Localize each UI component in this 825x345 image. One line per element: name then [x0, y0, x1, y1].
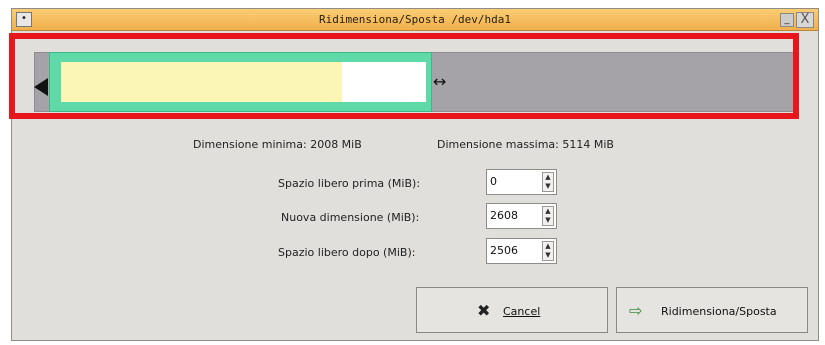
free-before-spinbox[interactable]: 0 ▲ ▼ [486, 169, 557, 195]
maximum-size-label: Dimensione massima: 5114 MiB [437, 138, 614, 151]
close-button[interactable]: X [796, 12, 814, 28]
minimize-button[interactable]: _ [780, 13, 794, 27]
free-before-stepper[interactable]: ▲ ▼ [542, 172, 554, 192]
new-size-spinbox[interactable]: 2608 ▲ ▼ [486, 203, 557, 229]
free-before-label: Spazio libero prima (MiB): [278, 177, 421, 190]
free-after-label: Spazio libero dopo (MiB): [278, 246, 416, 259]
resize-move-icon: ⇨ [629, 301, 643, 320]
title-bar[interactable]: • Ridimensiona/Sposta /dev/hda1 _ X [12, 9, 818, 31]
highlight-frame [9, 33, 799, 119]
decrement-icon[interactable]: ▼ [543, 182, 553, 191]
increment-icon[interactable]: ▲ [543, 207, 553, 216]
free-after-spinbox[interactable]: 2506 ▲ ▼ [486, 238, 557, 264]
decrement-icon[interactable]: ▼ [543, 251, 553, 260]
free-after-value[interactable]: 2506 [490, 244, 518, 257]
minimum-size-label: Dimensione minima: 2008 MiB [193, 138, 362, 151]
window-title: Ridimensiona/Sposta /dev/hda1 [318, 13, 512, 26]
resize-move-button[interactable]: ⇨ Ridimensiona/Sposta [616, 287, 808, 333]
x-icon: ✖ [477, 301, 491, 320]
new-size-stepper[interactable]: ▲ ▼ [542, 206, 554, 226]
increment-icon[interactable]: ▲ [543, 242, 553, 251]
increment-icon[interactable]: ▲ [543, 173, 553, 182]
cancel-button[interactable]: ✖ Cancel [416, 287, 608, 333]
new-size-label: Nuova dimensione (MiB): [281, 211, 420, 224]
free-after-stepper[interactable]: ▲ ▼ [542, 241, 554, 261]
free-before-value[interactable]: 0 [490, 175, 497, 188]
resize-move-button-label: Ridimensiona/Sposta [661, 305, 777, 318]
decrement-icon[interactable]: ▼ [543, 216, 553, 225]
new-size-value[interactable]: 2608 [490, 209, 518, 222]
cancel-button-label: Cancel [503, 305, 541, 318]
